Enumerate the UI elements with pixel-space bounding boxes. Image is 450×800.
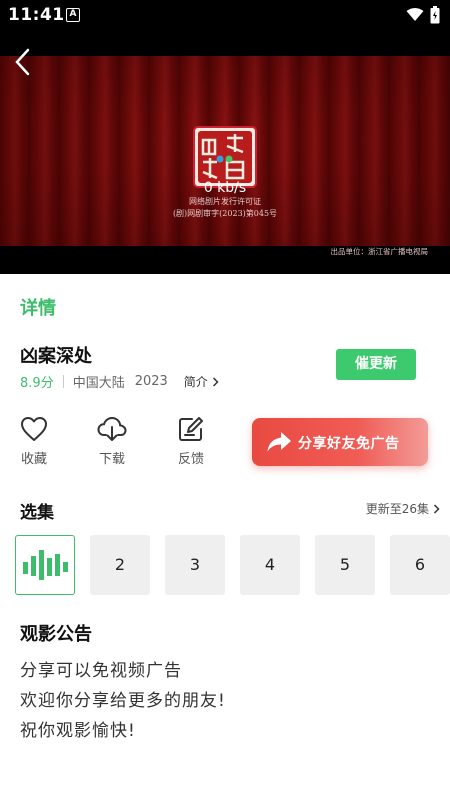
favorite-button[interactable]: 收藏 xyxy=(14,416,54,467)
download-button[interactable]: 下载 xyxy=(92,416,132,467)
notice-line: 祝你观影愉快! xyxy=(20,721,136,741)
cloud-download-icon xyxy=(97,416,127,441)
show-title: 凶案深处 xyxy=(20,346,92,367)
chevron-right-icon xyxy=(433,503,440,514)
year: 2023 xyxy=(134,374,168,389)
episode-button[interactable]: 3 xyxy=(165,535,225,595)
show-meta: 8.9分 中国大陆 2023 简介 xyxy=(20,372,219,391)
favorite-label: 收藏 xyxy=(20,452,47,467)
feedback-button[interactable]: 反馈 xyxy=(171,416,211,467)
request-update-button[interactable]: 催更新 xyxy=(336,349,416,380)
heart-icon xyxy=(21,417,47,441)
divider xyxy=(62,375,64,388)
video-frame: 0 kb/s 网络剧片发行许可证 (剧)网剧审字(2023)第045号 出品单位… xyxy=(0,56,450,256)
download-label: 下载 xyxy=(98,452,125,467)
share-label: 分享好友免广告 xyxy=(298,436,400,452)
episode-button[interactable]: 6 xyxy=(390,535,450,595)
status-bar: 11:41 A xyxy=(0,0,450,30)
share-arrow-icon xyxy=(267,432,291,452)
notice-title: 观影公告 xyxy=(20,624,92,645)
chevron-right-icon[interactable] xyxy=(212,376,219,387)
episode-button[interactable]: 2 xyxy=(90,535,150,595)
region: 中国大陆 xyxy=(72,376,125,391)
episodes-update-status: 更新至26集 xyxy=(365,502,429,516)
edit-feedback-icon xyxy=(179,417,203,441)
episodes-more-link[interactable]: 更新至26集 xyxy=(366,500,440,517)
license-line-2: (剧)网剧审字(2023)第045号 xyxy=(172,209,278,218)
episode-1-playing[interactable] xyxy=(15,535,75,595)
intro-link[interactable]: 简介 xyxy=(184,373,208,390)
bottom-fade xyxy=(0,748,450,800)
status-time: 11:41 xyxy=(8,5,65,25)
battery-icon xyxy=(430,6,440,24)
license-line-1: 网络剧片发行许可证 xyxy=(189,197,261,206)
episode-button[interactable]: 4 xyxy=(240,535,300,595)
feedback-label: 反馈 xyxy=(177,452,204,467)
wifi-icon xyxy=(406,8,424,21)
back-arrow-icon[interactable] xyxy=(14,48,30,76)
a-indicator-icon: A xyxy=(66,8,80,22)
playing-equalizer-icon xyxy=(23,550,68,580)
notice-line: 分享可以免视频广告 xyxy=(20,661,182,681)
notice-line: 欢迎你分享给更多的朋友! xyxy=(20,691,226,711)
episodes-title: 选集 xyxy=(20,503,54,523)
download-speed: 0 kb/s xyxy=(203,180,247,196)
details-section-title: 详情 xyxy=(20,298,56,319)
logo-seal-icon xyxy=(193,126,257,188)
score: 8.9分 xyxy=(20,376,54,391)
share-friends-button[interactable]: 分享好友免广告 xyxy=(252,418,428,466)
episode-button[interactable]: 5 xyxy=(315,535,375,595)
producer-text: 出品单位：浙江省广播电视局 xyxy=(330,247,429,256)
video-player[interactable]: 0 kb/s 网络剧片发行许可证 (剧)网剧审字(2023)第045号 出品单位… xyxy=(0,30,450,274)
